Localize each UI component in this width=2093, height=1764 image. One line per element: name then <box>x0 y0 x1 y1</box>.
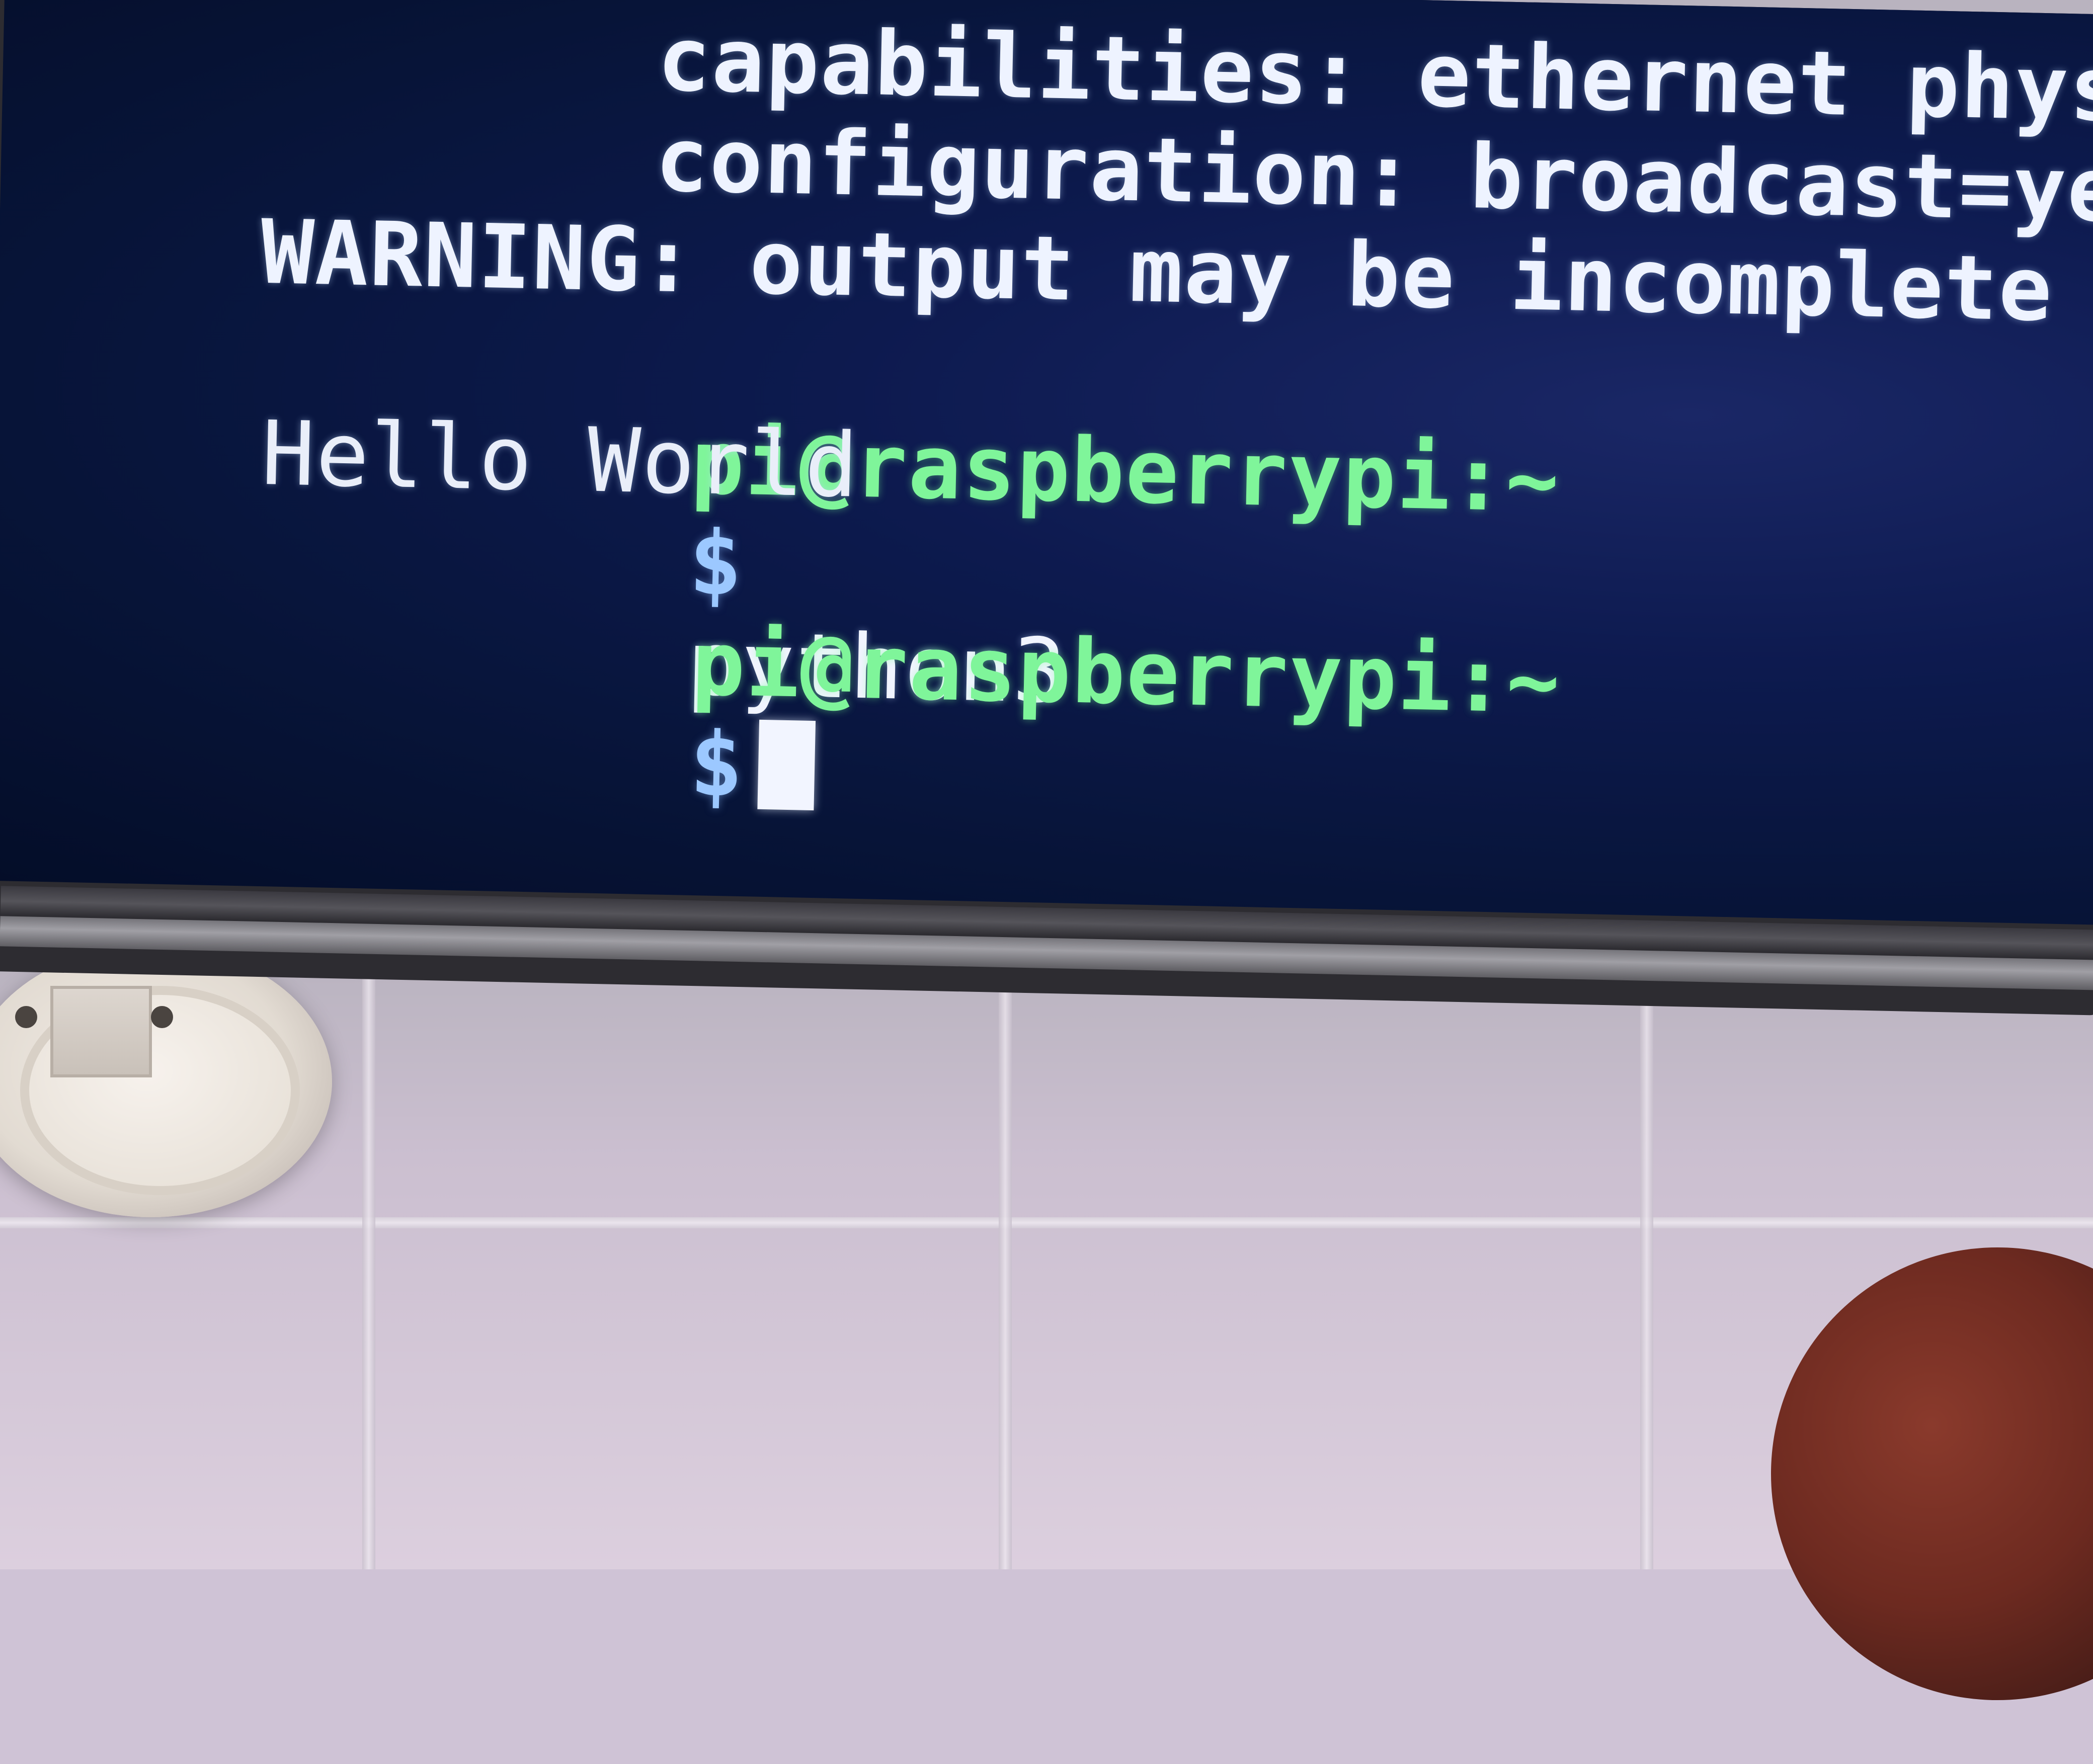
tile-grout-line <box>0 1217 2093 1228</box>
monitor: capabilities: ethernet phys configuratio… <box>0 0 2093 1031</box>
terminal-prompt-line[interactable]: pi@raspberrypi:~ $ <box>252 504 1564 925</box>
prompt-symbol: $ <box>688 712 746 817</box>
terminal-output-line: Hello World <box>260 401 860 518</box>
tile-grout-line <box>999 976 1012 1569</box>
text-cursor[interactable] <box>757 719 816 811</box>
prompt-user-host: pi@raspberrypi:~ <box>690 612 1562 734</box>
terminal-screen[interactable]: capabilities: ethernet phys configuratio… <box>0 0 2093 925</box>
socket-screw <box>15 1006 37 1028</box>
tile-grout-line <box>362 976 375 1569</box>
socket-switch <box>50 986 152 1077</box>
terminal-output: capabilities: ethernet phys configuratio… <box>224 0 2093 852</box>
tile-grout-line <box>1640 976 1653 1569</box>
socket-screw <box>151 1006 173 1028</box>
